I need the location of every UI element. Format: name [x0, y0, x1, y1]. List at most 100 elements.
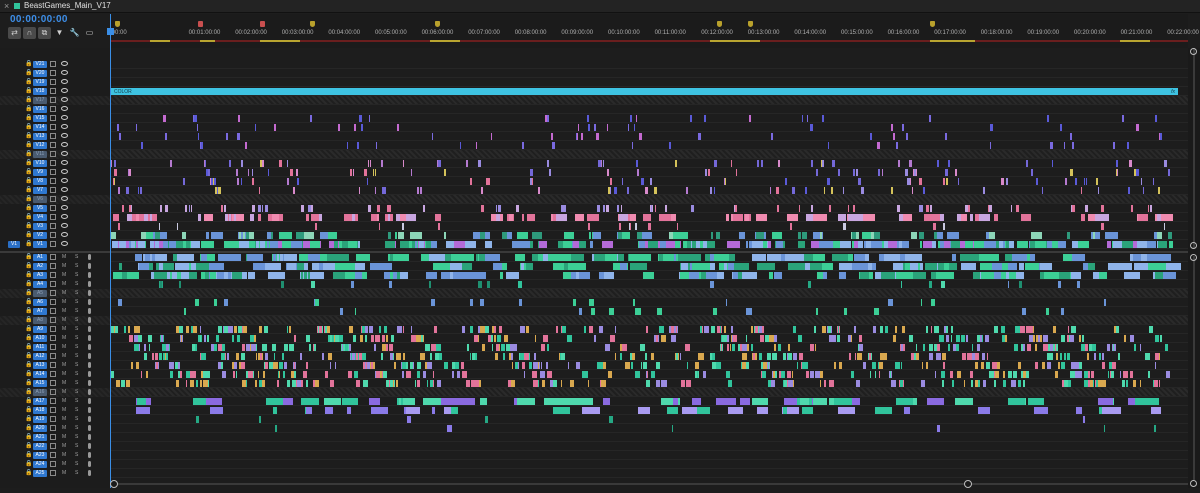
- clip[interactable]: [191, 241, 201, 248]
- track-lane-a22[interactable]: [110, 442, 1188, 451]
- clip[interactable]: [1132, 254, 1142, 261]
- clip[interactable]: [200, 380, 202, 387]
- clip[interactable]: [851, 371, 855, 378]
- clip[interactable]: [929, 115, 931, 122]
- mic-icon[interactable]: [88, 344, 91, 350]
- clip[interactable]: [1133, 380, 1136, 387]
- clip[interactable]: [387, 214, 390, 221]
- clip[interactable]: [1113, 326, 1116, 333]
- clip[interactable]: [1071, 326, 1076, 333]
- clip[interactable]: [563, 232, 575, 239]
- clip[interactable]: [402, 398, 415, 405]
- solo-button[interactable]: S: [75, 308, 78, 315]
- clip[interactable]: [1106, 241, 1112, 248]
- clip[interactable]: [608, 371, 613, 378]
- clip[interactable]: [766, 353, 771, 360]
- clip[interactable]: [1153, 380, 1159, 387]
- clip[interactable]: [278, 241, 281, 248]
- clip[interactable]: [951, 380, 955, 387]
- clip[interactable]: [1131, 205, 1133, 212]
- clip[interactable]: [283, 254, 297, 261]
- clip[interactable]: [627, 187, 629, 194]
- mic-icon[interactable]: [88, 263, 91, 269]
- clip[interactable]: [204, 380, 208, 387]
- clip[interactable]: [200, 326, 202, 333]
- clip[interactable]: [1072, 142, 1075, 149]
- clip[interactable]: [1010, 205, 1012, 212]
- clip[interactable]: [417, 187, 420, 194]
- clip[interactable]: [829, 205, 831, 212]
- clip[interactable]: [1129, 335, 1135, 342]
- clip[interactable]: [970, 380, 973, 387]
- clip[interactable]: [1005, 335, 1008, 342]
- clip[interactable]: [288, 326, 292, 333]
- clip[interactable]: [796, 362, 798, 369]
- clip[interactable]: [704, 115, 706, 122]
- clip[interactable]: [1147, 371, 1150, 378]
- clip[interactable]: [206, 241, 215, 248]
- clip[interactable]: [710, 187, 712, 194]
- clip[interactable]: [1026, 344, 1031, 351]
- clip[interactable]: [361, 353, 366, 360]
- clip[interactable]: [756, 263, 775, 270]
- clip[interactable]: [618, 223, 622, 230]
- clip[interactable]: [1056, 344, 1058, 351]
- clip[interactable]: [666, 407, 679, 414]
- clip[interactable]: [893, 133, 895, 140]
- clip[interactable]: [951, 335, 953, 342]
- clip[interactable]: [750, 344, 754, 351]
- clip[interactable]: [527, 214, 535, 221]
- clip[interactable]: [411, 335, 414, 342]
- clip[interactable]: [990, 124, 994, 131]
- mute-button[interactable]: M: [62, 380, 66, 387]
- clip[interactable]: [939, 335, 944, 342]
- clip[interactable]: [183, 308, 187, 315]
- clip[interactable]: [443, 362, 448, 369]
- solo-button[interactable]: S: [75, 425, 78, 432]
- clip[interactable]: [232, 335, 234, 342]
- clip[interactable]: [1011, 254, 1027, 261]
- clip[interactable]: [908, 335, 913, 342]
- sequence-tab[interactable]: × BeastGames_Main_V17: [0, 0, 1200, 13]
- clip[interactable]: [273, 124, 277, 131]
- clip[interactable]: [837, 407, 853, 414]
- sync-lock-icon[interactable]: [50, 434, 56, 440]
- clip[interactable]: [1051, 160, 1054, 167]
- solo-button[interactable]: S: [75, 362, 78, 369]
- clip[interactable]: [755, 232, 764, 239]
- clip[interactable]: [1168, 169, 1170, 176]
- clip[interactable]: [819, 371, 824, 378]
- mute-button[interactable]: M: [62, 326, 66, 333]
- clip[interactable]: [984, 335, 990, 342]
- clip[interactable]: [175, 362, 179, 369]
- clip[interactable]: [161, 335, 163, 342]
- eye-icon[interactable]: [61, 232, 68, 237]
- clip[interactable]: [375, 335, 380, 342]
- clip[interactable]: [224, 205, 226, 212]
- sync-lock-icon[interactable]: [50, 290, 56, 296]
- clip[interactable]: [598, 160, 601, 167]
- clip[interactable]: [584, 326, 586, 333]
- clip[interactable]: [822, 160, 824, 167]
- track-target-a18[interactable]: A18: [33, 407, 47, 414]
- clip[interactable]: [945, 178, 949, 185]
- clip[interactable]: [786, 407, 797, 414]
- clip[interactable]: [943, 223, 946, 230]
- clip[interactable]: [286, 232, 293, 239]
- clip[interactable]: [1052, 326, 1056, 333]
- track-lane-v9[interactable]: [110, 168, 1188, 177]
- clip[interactable]: [196, 263, 210, 270]
- clip[interactable]: [245, 232, 249, 239]
- clip[interactable]: [461, 326, 465, 333]
- clip[interactable]: [607, 124, 609, 131]
- clip[interactable]: [686, 187, 689, 194]
- clip[interactable]: [388, 205, 392, 212]
- clip[interactable]: [1110, 371, 1115, 378]
- clip[interactable]: [168, 241, 176, 248]
- clip[interactable]: [676, 223, 679, 230]
- clip[interactable]: [751, 254, 767, 261]
- clip[interactable]: [997, 362, 1001, 369]
- clip[interactable]: [1099, 353, 1102, 360]
- clip[interactable]: [573, 299, 576, 306]
- clip[interactable]: [614, 187, 617, 194]
